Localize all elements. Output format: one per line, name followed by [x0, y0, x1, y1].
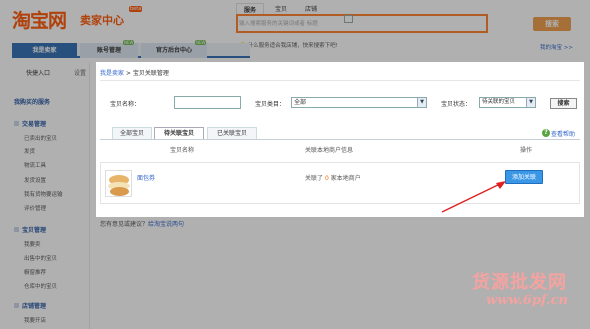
watermark-url: www.6pf.cn — [486, 293, 568, 308]
column-header-info: 关联本地商户信息 — [305, 147, 354, 154]
category-label: 宝贝类目： — [255, 101, 286, 108]
tab-all-items[interactable]: 全部宝贝 — [112, 127, 152, 139]
chevron-down-icon: ▼ — [526, 98, 535, 107]
item-name-input[interactable] — [174, 96, 241, 109]
breadcrumb-separator: > — [124, 70, 133, 77]
name-label: 宝贝名称： — [110, 101, 141, 108]
tab-divider — [100, 139, 580, 140]
breadcrumb-current: 宝贝关联管理 — [132, 70, 169, 77]
merchant-info-suffix: 家本地商户 — [330, 175, 361, 182]
breadcrumb: 我是卖家 > 宝贝关联管理 — [100, 67, 580, 81]
view-help-link[interactable]: 查看帮助 — [551, 129, 575, 138]
category-select[interactable]: 全部 ▼ — [291, 97, 427, 108]
red-arrow-annotation — [441, 181, 506, 213]
chevron-down-icon: ▼ — [417, 98, 426, 107]
breadcrumb-seller[interactable]: 我是卖家 — [100, 70, 124, 77]
status-label: 宝贝状态： — [441, 101, 472, 108]
help-icon[interactable]: ? — [542, 129, 550, 137]
column-header-name: 宝贝名称 — [170, 147, 195, 154]
status-value: 待关联的宝贝 — [482, 99, 516, 105]
tab-linked-items[interactable]: 已关联宝贝 — [207, 127, 257, 139]
item-thumbnail[interactable] — [105, 170, 132, 197]
column-header-action: 操作 — [520, 147, 533, 154]
merchant-info: 关联了 0 家本地商户 — [305, 173, 361, 182]
add-relation-button[interactable]: 添加关联 — [505, 170, 543, 184]
watermark-text: 货源批发网 — [472, 272, 567, 293]
filter-search-button[interactable]: 搜索 — [550, 98, 577, 109]
merchant-info-prefix: 关联了 — [305, 175, 324, 182]
item-name-link[interactable]: 面包券 — [137, 173, 155, 182]
status-select[interactable]: 待关联的宝贝 ▼ — [479, 97, 536, 108]
merchant-count: 0 — [324, 175, 329, 182]
category-value: 全部 — [294, 99, 307, 106]
